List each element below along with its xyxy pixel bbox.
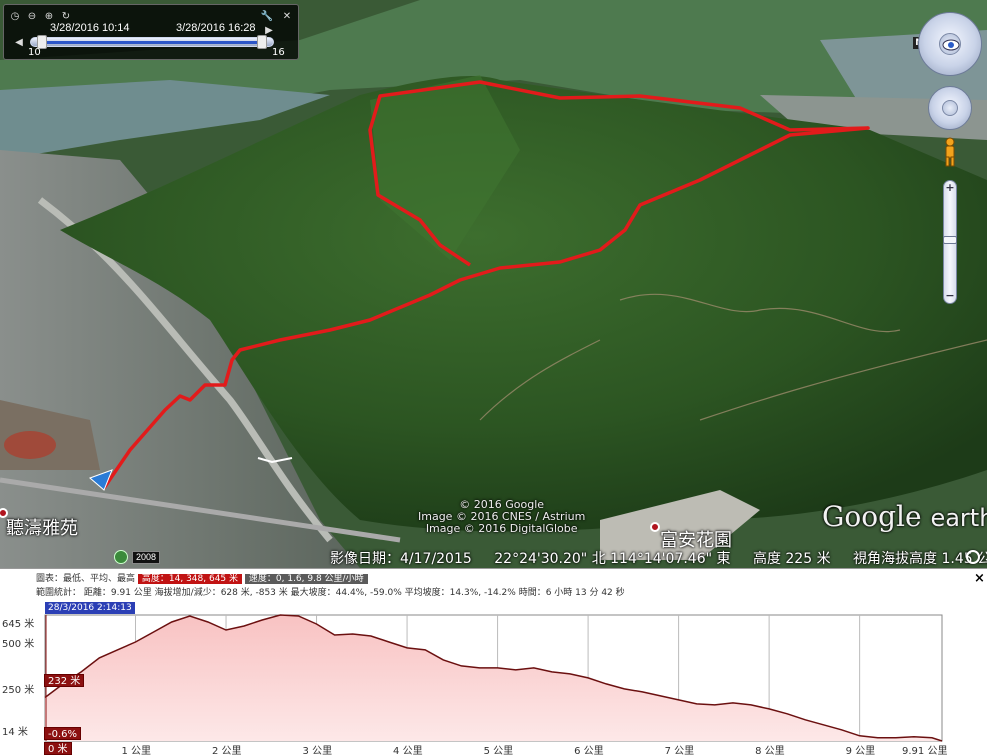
elevation-chart[interactable]: [0, 569, 987, 756]
time-panel-tools: 🔧 ✕: [260, 9, 294, 23]
rewind-icon[interactable]: ◀: [12, 35, 26, 49]
x-tick-label: 1 公里: [121, 746, 152, 756]
y-tick-label: 250 米: [2, 685, 35, 696]
status-bar: 影像日期：4/17/2015 22°24'30.20" 北 114°14'07.…: [0, 546, 987, 568]
zoom-in-time-icon[interactable]: ⊕: [42, 9, 56, 23]
copyright-line: Image © 2016 DigitalGlobe: [425, 522, 578, 535]
zoom-out-time-icon[interactable]: ⊖: [25, 9, 39, 23]
running-track: [4, 431, 56, 459]
zoom-in-icon[interactable]: +: [944, 182, 956, 194]
status-text: 影像日期：4/17/2015 22°24'30.20" 北 114°14'07.…: [330, 548, 987, 568]
time-slider-end-handle[interactable]: [257, 35, 267, 49]
y-tick-label: 645 米: [2, 619, 35, 630]
end-time: 3/28/2016 16:28: [176, 22, 256, 34]
x-tick-label: 3 公里: [302, 746, 333, 756]
look-around-control[interactable]: [918, 12, 982, 76]
time-scale-start: 10: [28, 47, 41, 58]
time-controls: ◷ ⊖ ⊕ ↻: [8, 9, 73, 23]
time-scale-end: 16: [272, 47, 285, 58]
cursor-distance-label: 0 米: [44, 742, 72, 755]
zoom-slider-handle[interactable]: [943, 236, 957, 244]
cursor-elevation-label: 232 米: [44, 674, 85, 687]
time-slider-track[interactable]: [30, 35, 274, 49]
eye-icon[interactable]: [939, 33, 961, 55]
x-tick-label: 8 公里: [755, 746, 785, 756]
repeat-icon[interactable]: ↻: [59, 9, 73, 23]
logo-google: Google: [822, 500, 922, 533]
hand-icon[interactable]: [942, 100, 958, 116]
cursor-slope-label: -0.6%: [44, 727, 82, 740]
place-label-west[interactable]: 聽濤雅苑: [6, 514, 78, 540]
x-tick-label: 9 公里: [845, 746, 876, 756]
cursor-coordinates: 22°24'30.20" 北 114°14'07.46" 東: [494, 551, 731, 567]
terrain-imagery[interactable]: [0, 0, 987, 568]
imagery-copyright: © 2016 Google Image © 2016 CNES / Astriu…: [418, 499, 585, 535]
wrench-icon[interactable]: 🔧: [260, 9, 274, 23]
imagery-date: 影像日期：4/17/2015: [330, 551, 472, 567]
x-tick-label: 9.91 公里: [902, 746, 948, 756]
y-tick-label: 500 米: [2, 639, 35, 650]
map-viewport[interactable]: ◷ ⊖ ⊕ ↻ 🔧 ✕ 3/28/2016 10:14 3/28/2016 16…: [0, 0, 987, 568]
x-tick-label: 6 公里: [574, 746, 604, 756]
logo-earth: earth: [930, 504, 987, 532]
place-pin[interactable]: [650, 522, 660, 532]
terrain-altitude: 高度 225 米: [752, 551, 831, 567]
x-tick-label: 5 公里: [483, 746, 514, 756]
close-icon[interactable]: ✕: [280, 9, 294, 23]
x-tick-label: 7 公里: [664, 746, 695, 756]
x-tick-label: 4 公里: [393, 746, 423, 756]
pegman-icon[interactable]: [943, 137, 957, 167]
y-tick-label: 14 米: [2, 727, 28, 738]
elevation-profile-panel: 圖表：最低、平均、最高 高度：14, 348, 645 米 速度：0, 1.6,…: [0, 568, 987, 756]
move-control[interactable]: [928, 86, 972, 130]
status-circle-icon[interactable]: [966, 550, 980, 564]
zoom-slider[interactable]: + −: [943, 180, 957, 304]
google-earth-logo: Google earth: [822, 500, 987, 533]
zoom-out-icon[interactable]: −: [944, 290, 956, 302]
clock-icon[interactable]: ◷: [8, 9, 22, 23]
google-earth-window: ◷ ⊖ ⊕ ↻ 🔧 ✕ 3/28/2016 10:14 3/28/2016 16…: [0, 0, 987, 756]
time-slider-panel: ◷ ⊖ ⊕ ↻ 🔧 ✕ 3/28/2016 10:14 3/28/2016 16…: [3, 4, 299, 60]
time-range-selection: [45, 41, 265, 44]
start-time: 3/28/2016 10:14: [50, 22, 130, 34]
x-tick-label: 2 公里: [212, 746, 242, 756]
